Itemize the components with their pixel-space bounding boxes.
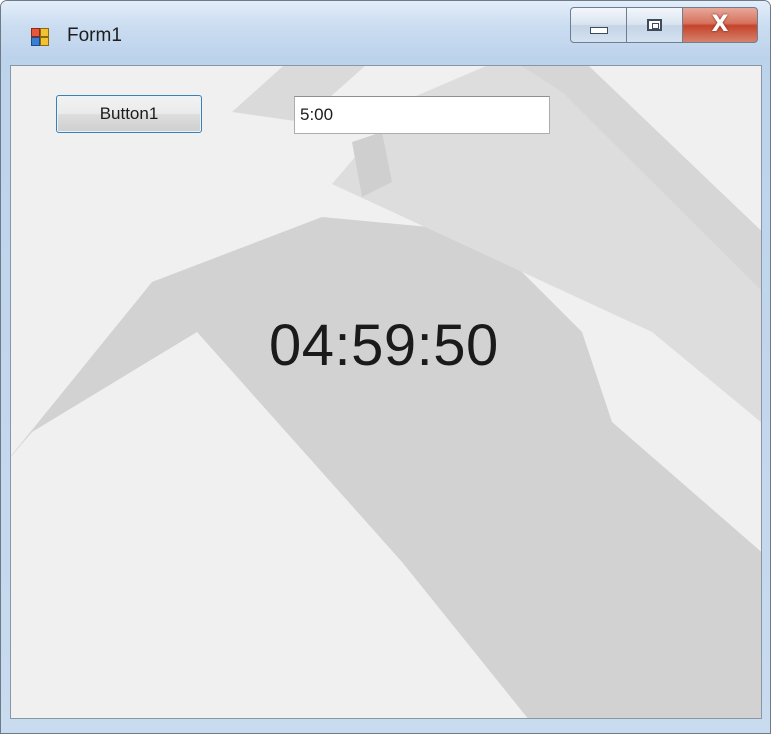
form1-window: Form1 X Button1 5:00 04:59:50 xyxy=(0,0,771,734)
button1[interactable]: Button1 xyxy=(56,95,202,133)
minimize-button[interactable] xyxy=(570,7,627,43)
title-bar[interactable]: Form1 X xyxy=(1,1,770,59)
close-button[interactable]: X xyxy=(683,7,758,43)
minimize-icon xyxy=(589,26,608,34)
time-input-textbox[interactable]: 5:00 xyxy=(294,96,550,134)
textbox-value: 5:00 xyxy=(300,105,334,124)
maximize-icon xyxy=(647,19,662,31)
maximize-button[interactable] xyxy=(627,7,683,43)
countdown-label: 04:59:50 xyxy=(269,313,499,378)
caption-buttons: X xyxy=(570,7,758,43)
form-client-area: Button1 5:00 04:59:50 xyxy=(10,65,762,719)
background-watermark xyxy=(11,66,761,718)
app-icon xyxy=(31,28,49,46)
window-title: Form1 xyxy=(67,25,122,46)
close-icon: X xyxy=(711,12,729,37)
